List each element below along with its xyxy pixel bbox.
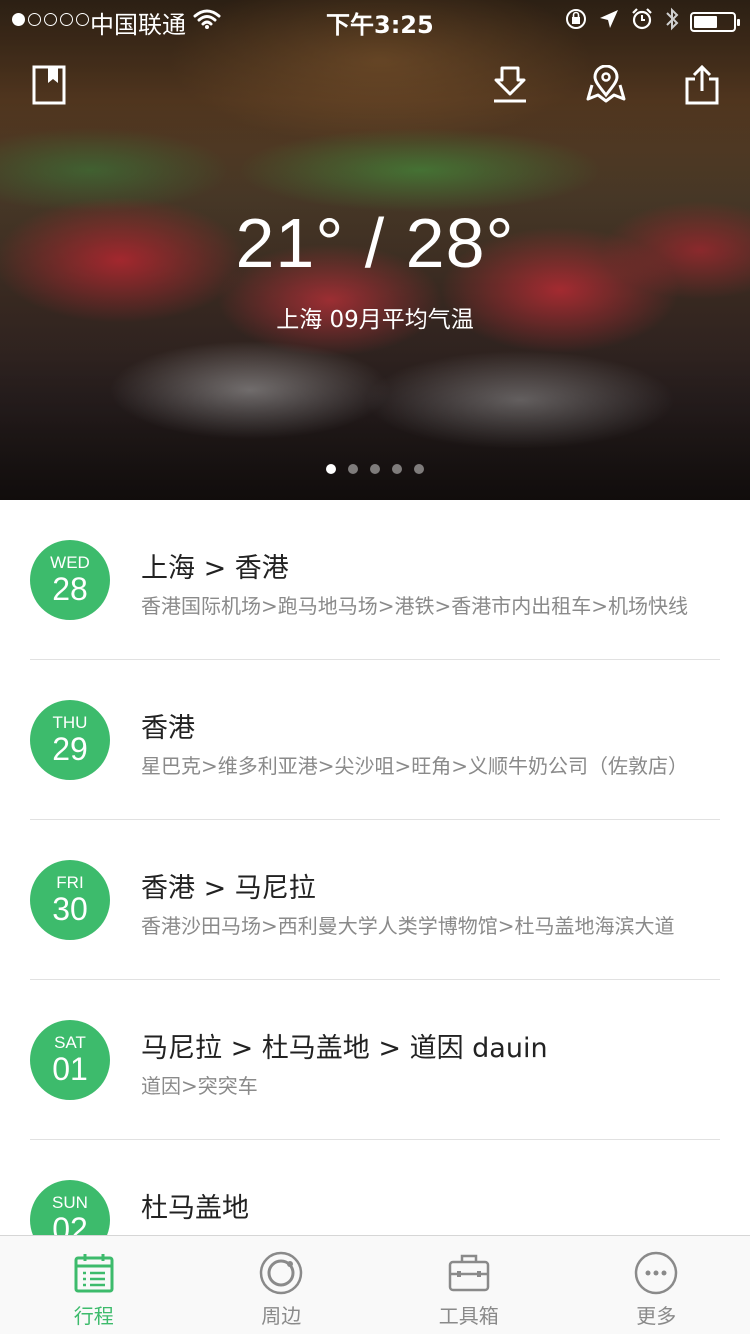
date-badge: FRI 30 bbox=[30, 860, 110, 940]
tab-more[interactable]: 更多 bbox=[563, 1236, 750, 1334]
weekday-label: SAT bbox=[54, 1033, 86, 1052]
day-places: 香港国际机场>跑马地马场>港铁>香港市内出租车>机场快线 bbox=[141, 594, 689, 618]
date-badge: SUN 02 bbox=[30, 1180, 110, 1235]
weekday-label: WED bbox=[50, 553, 90, 572]
weekday-label: THU bbox=[52, 713, 88, 732]
day-places: 星巴克>维多利亚港>尖沙咀>旺角>义顺牛奶公司（佐敦店） bbox=[141, 754, 689, 778]
location-arrow-icon bbox=[598, 8, 620, 36]
temperature-range: 21° / 28° bbox=[235, 204, 515, 282]
tab-label: 更多 bbox=[636, 1304, 677, 1328]
hero-toolbar bbox=[0, 60, 750, 110]
page-dot[interactable] bbox=[326, 464, 336, 474]
date-badge: WED 28 bbox=[30, 540, 110, 620]
day-number: 01 bbox=[52, 1051, 88, 1087]
nearby-icon bbox=[258, 1250, 304, 1296]
day-title: 马尼拉 > 杜马盖地 > 道因 dauin bbox=[141, 1033, 548, 1064]
status-time: 下午3:25 bbox=[326, 11, 434, 39]
day-number: 30 bbox=[52, 891, 88, 927]
signal-strength-icon bbox=[12, 13, 89, 26]
date-badge: THU 29 bbox=[30, 700, 110, 780]
day-title: 杜马盖地 bbox=[141, 1193, 249, 1224]
itinerary-day[interactable]: THU 29 香港 星巴克>维多利亚港>尖沙咀>旺角>义顺牛奶公司（佐敦店） bbox=[0, 660, 750, 820]
itinerary-icon bbox=[71, 1250, 117, 1296]
more-icon bbox=[633, 1250, 679, 1296]
itinerary-day[interactable]: FRI 30 香港 > 马尼拉 香港沙田马场>西利曼大学人类学博物馆>杜马盖地海… bbox=[0, 820, 750, 980]
day-title: 香港 > 马尼拉 bbox=[141, 873, 316, 904]
battery-icon bbox=[690, 12, 740, 32]
date-badge: SAT 01 bbox=[30, 1020, 110, 1100]
itinerary-day[interactable]: WED 28 上海 > 香港 香港国际机场>跑马地马场>港铁>香港市内出租车>机… bbox=[0, 500, 750, 660]
page-dot[interactable] bbox=[414, 464, 424, 474]
day-number: 29 bbox=[52, 731, 88, 767]
page-dot[interactable] bbox=[392, 464, 402, 474]
itinerary-day[interactable]: SAT 01 马尼拉 > 杜马盖地 > 道因 dauin 道因>突突车 bbox=[0, 980, 750, 1140]
alarm-icon bbox=[630, 7, 654, 37]
day-number: 28 bbox=[52, 571, 88, 607]
share-icon[interactable] bbox=[677, 60, 727, 110]
toolbox-icon bbox=[446, 1250, 492, 1296]
tab-bar: 行程 周边 工具箱 更多 bbox=[0, 1235, 750, 1334]
bluetooth-icon bbox=[664, 6, 680, 38]
page-indicator[interactable] bbox=[0, 464, 750, 474]
weather-caption: 上海 09月平均气温 bbox=[276, 307, 474, 333]
weather-summary: 21° / 28° 上海 09月平均气温 bbox=[0, 200, 750, 334]
download-icon[interactable] bbox=[485, 60, 535, 110]
page-dot[interactable] bbox=[370, 464, 380, 474]
itinerary-list[interactable]: WED 28 上海 > 香港 香港国际机场>跑马地马场>港铁>香港市内出租车>机… bbox=[0, 500, 750, 1235]
weekday-label: SUN bbox=[52, 1193, 88, 1212]
carrier-name: 中国联通 bbox=[90, 11, 186, 39]
wifi-icon bbox=[193, 8, 221, 36]
page-dot[interactable] bbox=[348, 464, 358, 474]
orientation-lock-icon bbox=[564, 7, 588, 37]
day-places: 香港沙田马场>西利曼大学人类学博物馆>杜马盖地海滨大道 bbox=[141, 914, 675, 938]
day-title: 香港 bbox=[141, 713, 195, 744]
map-pin-icon[interactable] bbox=[581, 60, 631, 110]
tab-itinerary[interactable]: 行程 bbox=[0, 1236, 188, 1334]
tab-toolbox[interactable]: 工具箱 bbox=[375, 1236, 563, 1334]
tab-nearby[interactable]: 周边 bbox=[188, 1236, 376, 1334]
tab-label: 工具箱 bbox=[438, 1304, 499, 1328]
tab-label: 行程 bbox=[73, 1304, 114, 1328]
day-places: 道因>突突车 bbox=[141, 1074, 258, 1098]
day-number: 02 bbox=[52, 1211, 88, 1235]
weekday-label: FRI bbox=[56, 873, 84, 892]
day-title: 上海 > 香港 bbox=[141, 553, 289, 584]
status-bar: 中国联通 下午3:25 bbox=[0, 0, 750, 40]
bookmark-icon[interactable] bbox=[24, 60, 74, 110]
itinerary-day[interactable]: SUN 02 杜马盖地 道因 bbox=[0, 1140, 750, 1235]
tab-label: 周边 bbox=[261, 1304, 302, 1328]
